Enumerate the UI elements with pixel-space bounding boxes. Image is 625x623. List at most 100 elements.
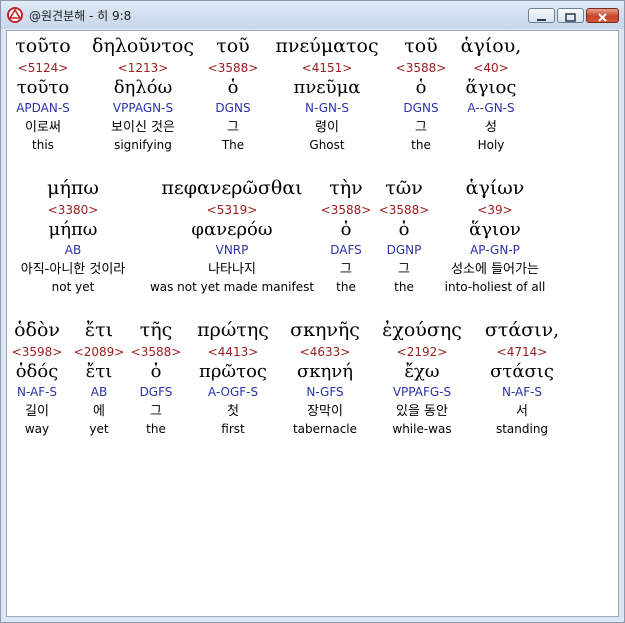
word-block[interactable]: στάσιν, <4714> στάσις N-AF-S 서 standing [485,318,559,438]
greek-word: τῶν [385,177,423,199]
parsing-code: VPPAFG-S [392,385,452,399]
strong-number: <3588> [130,345,182,359]
word-block[interactable]: μήπω <3380> μήπω AB 아직-아니한 것이라 not yet [21,176,126,296]
lemma: ὁ [150,361,162,382]
korean-gloss: 아직-아니한 것이라 [20,262,126,277]
english-gloss: way [24,422,50,436]
word-block[interactable]: ἁγίων <39> ἅγιον AP-GN-P 성소에 들어가는 into-h… [445,176,546,296]
lemma: ἅγιος [465,77,517,98]
app-window: @원견분해 - 히 9:8 τοῦτο <5124> τοῦτο APDAN-S… [0,0,625,623]
lemma: πρῶτος [199,361,267,382]
close-button[interactable] [586,8,619,23]
english-gloss: while-was [392,422,452,436]
greek-word: ἔτι [84,319,114,341]
strong-number: <3588> [378,203,430,217]
word-block[interactable]: τοῦ <3588> ὁ DGNS 그 The [208,34,259,154]
parsing-code: DGNS [403,101,439,115]
strong-number: <3588> [395,61,447,75]
strong-number: <3598> [11,345,63,359]
parsing-code: A-OGF-S [207,385,259,399]
parsing-code: AP-GN-P [470,243,520,257]
word-block[interactable]: σκηνῆς <4633> σκηνή N-GFS 장막이 tabernacle [290,318,360,438]
strong-number: <2089> [73,345,125,359]
lemma: ὁδός [15,361,59,382]
parsing-code: VNRP [215,243,249,257]
lemma: μήπω [48,219,98,240]
minimize-button[interactable] [528,8,555,23]
lemma: ὁ [227,77,239,98]
lemma: ἅγιον [469,219,521,240]
korean-gloss: 성소에 들어가는 [451,262,539,277]
english-gloss: yet [89,422,109,436]
korean-gloss: 서 [516,404,528,419]
window-title: @원견분해 - 히 9:8 [29,9,132,23]
lemma: ὁ [415,77,427,98]
parsing-code: DGFS [139,385,173,399]
parsing-code: VPPAGN-S [112,101,174,115]
word-block[interactable]: τὴν <3588> ὁ DAFS 그 the [321,176,372,296]
english-gloss: into-holiest of all [444,280,546,294]
app-logo-icon [6,6,24,24]
lemma: τοῦτο [16,77,70,98]
korean-gloss: 그 [415,120,427,135]
lemma: δηλόω [113,77,173,98]
greek-word: μήπω [47,177,99,199]
word-block[interactable]: τοῦτο <5124> τοῦτο APDAN-S 이로써 this [15,34,70,154]
english-gloss: the [394,280,414,294]
english-gloss: standing [495,422,549,436]
strong-number: <4714> [496,345,548,359]
word-block[interactable]: ἐχούσης <2192> ἔχω VPPAFG-S 있을 동안 while-… [382,318,462,438]
greek-word: τοῦ [404,35,438,57]
parsing-code: N-AF-S [501,385,543,399]
word-block[interactable]: πεφανερῶσθαι <5319> φανερόω VNRP 나타나지 wa… [150,176,314,296]
parsing-code: DGNS [215,101,251,115]
strong-number: <5319> [206,203,258,217]
lemma: ἔχω [404,361,440,382]
korean-gloss: 길이 [25,404,49,419]
interlinear-text-area[interactable]: τοῦτο <5124> τοῦτο APDAN-S 이로써 this δηλο… [6,30,619,617]
word-block[interactable]: ὁδὸν <3598> ὁδός N-AF-S 길이 way [12,318,63,438]
maximize-button[interactable] [557,8,584,23]
english-gloss: first [221,422,245,436]
title-bar[interactable]: @원견분해 - 히 9:8 [1,1,624,29]
korean-gloss: 이로써 [25,120,61,135]
greek-word: ἁγίων [465,177,525,199]
word-block[interactable]: ἁγίου, <40> ἅγιος A--GN-S 성 Holy [461,34,522,154]
english-gloss: Ghost [309,138,345,152]
greek-word: ἁγίου, [460,35,522,57]
parsing-code: N-GN-S [305,101,349,115]
word-block[interactable]: τῆς <3588> ὁ DGFS 그 the [131,318,182,438]
english-gloss: Holy [477,138,505,152]
word-block[interactable]: πρώτης <4413> πρῶτος A-OGF-S 첫 first [197,318,269,438]
korean-gloss: 나타나지 [208,262,256,277]
word-block[interactable]: ἔτι <2089> ἔτι AB 에 yet [74,318,125,438]
lemma: φανερόω [191,219,273,240]
strong-number: <5124> [17,61,69,75]
strong-number: <4151> [301,61,353,75]
english-gloss: this [32,138,54,152]
english-gloss: The [221,138,245,152]
word-block[interactable]: δηλοῦντος <1213> δηλόω VPPAGN-S 보이신 것은 s… [92,34,194,154]
korean-gloss: 그 [398,262,410,277]
greek-word: τοῦτο [15,35,71,57]
parsing-code: N-AF-S [16,385,58,399]
greek-word: πεφανερῶσθαι [161,177,303,199]
greek-word: πνεύματος [275,35,379,57]
parsing-code: N-GFS [306,385,344,399]
greek-word: στάσιν, [484,319,560,341]
korean-gloss: 그 [150,404,162,419]
greek-word: τοῦ [216,35,250,57]
korean-gloss: 그 [340,262,352,277]
korean-gloss: 령이 [315,120,339,135]
english-gloss: signifying [114,138,172,152]
word-block[interactable]: τῶν <3588> ὁ DGNP 그 the [379,176,430,296]
korean-gloss: 있을 동안 [396,404,448,419]
strong-number: <3588> [320,203,372,217]
word-block[interactable]: τοῦ <3588> ὁ DGNS 그 the [396,34,447,154]
word-block[interactable]: πνεύματος <4151> πνεῦμα N-GN-S 령이 Ghost [275,34,378,154]
greek-word: ὁδὸν [14,319,60,341]
english-gloss: the [411,138,431,152]
strong-number: <4633> [299,345,351,359]
parsing-code: DAFS [330,243,362,257]
english-gloss: the [336,280,356,294]
